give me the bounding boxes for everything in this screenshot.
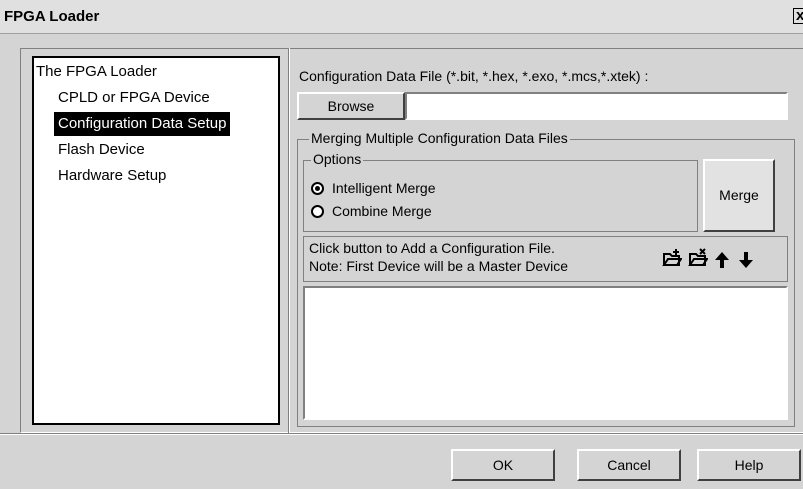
browse-button[interactable]: Browse: [297, 92, 405, 120]
tree-item-device[interactable]: CPLD or FPGA Device: [58, 86, 210, 110]
remove-file-icon[interactable]: [688, 248, 708, 268]
merge-button[interactable]: Merge: [703, 159, 775, 232]
hint-line-1: Click button to Add a Configuration File…: [309, 240, 555, 256]
merging-group-title: Merging Multiple Configuration Data File…: [309, 130, 570, 146]
cancel-button[interactable]: Cancel: [577, 449, 681, 481]
tree-item-hardware-setup[interactable]: Hardware Setup: [58, 164, 166, 188]
navigation-tree[interactable]: The FPGA Loader CPLD or FPGA Device Conf…: [32, 56, 280, 425]
move-down-icon[interactable]: [736, 250, 756, 270]
close-icon[interactable]: x: [793, 8, 803, 24]
combine-merge-label[interactable]: Combine Merge: [332, 203, 432, 219]
configuration-file-list[interactable]: [303, 286, 788, 420]
options-group: [303, 160, 698, 232]
panel-divider: [288, 48, 290, 433]
footer-separator: [0, 433, 803, 435]
add-file-icon[interactable]: [662, 248, 682, 268]
hint-line-2: Note: First Device will be a Master Devi…: [309, 258, 569, 274]
tree-item-flash-device[interactable]: Flash Device: [58, 138, 145, 162]
window-title: FPGA Loader: [4, 8, 100, 25]
options-group-title: Options: [311, 151, 364, 167]
ok-button[interactable]: OK: [451, 449, 555, 481]
intelligent-merge-label[interactable]: Intelligent Merge: [332, 180, 436, 196]
tree-item-root[interactable]: The FPGA Loader: [36, 60, 157, 84]
move-up-icon[interactable]: [712, 250, 732, 270]
config-file-label: Configuration Data File (*.bit, *.hex, *…: [299, 68, 649, 84]
combine-merge-radio[interactable]: [311, 205, 324, 218]
help-button[interactable]: Help: [697, 449, 801, 481]
intelligent-merge-radio[interactable]: [311, 182, 324, 195]
title-bar: FPGA Loader x: [0, 0, 803, 34]
tree-item-config-data-setup[interactable]: Configuration Data Setup: [54, 112, 231, 136]
config-file-input[interactable]: [405, 92, 788, 120]
